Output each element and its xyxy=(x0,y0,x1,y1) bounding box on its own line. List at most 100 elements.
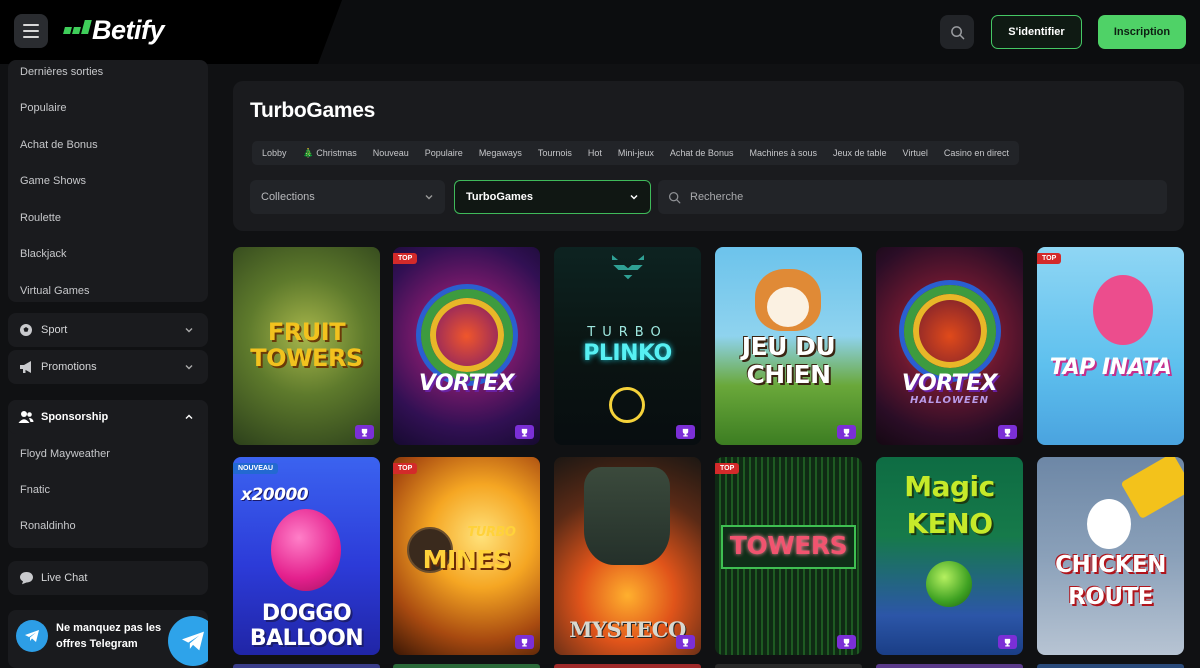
sidebar-item-blackjack[interactable]: Blackjack xyxy=(20,248,66,260)
sidebar-item-game-shows[interactable]: Game Shows xyxy=(20,175,86,187)
tab-virtual[interactable]: Virtuel xyxy=(895,141,936,165)
game-card[interactable]: Magic KENO xyxy=(876,457,1023,655)
tab-christmas[interactable]: 🎄 Christmas xyxy=(295,141,365,165)
collections-label: Collections xyxy=(261,191,315,203)
game-title: MINES xyxy=(422,545,511,574)
sidebar-item-floyd-mayweather[interactable]: Floyd Mayweather xyxy=(20,448,110,460)
megaphone-icon xyxy=(18,359,34,375)
sidebar-item-latest[interactable]: Dernières sorties xyxy=(20,66,103,78)
sidebar-item-label: Sport xyxy=(41,324,68,336)
brand-name: Betify xyxy=(92,15,165,45)
badge-top: TOP xyxy=(715,463,740,474)
trophy-icon[interactable] xyxy=(515,635,534,649)
game-card[interactable]: VORTEX HALLOWEEN xyxy=(876,247,1023,445)
live-chat-button[interactable]: Live Chat xyxy=(8,561,208,595)
game-title: FRUIT TOWERS xyxy=(250,318,363,372)
signup-button[interactable]: Inscription xyxy=(1098,15,1186,49)
top-bar: Betify S'identifier Inscription xyxy=(0,0,1200,64)
soccer-ball-icon xyxy=(18,322,34,338)
trophy-icon[interactable] xyxy=(998,425,1017,439)
chevron-up-icon xyxy=(185,414,193,419)
telegram-promo-card[interactable]: Ne manquez pas les offres Telegram xyxy=(8,610,208,668)
tab-mini-games[interactable]: Mini-jeux xyxy=(610,141,662,165)
chevron-down-icon xyxy=(185,365,193,370)
tab-tournaments[interactable]: Tournois xyxy=(530,141,580,165)
search-icon xyxy=(950,25,964,39)
sidebar-item-bonus-buy[interactable]: Achat de Bonus xyxy=(20,139,98,151)
login-button[interactable]: S'identifier xyxy=(991,15,1082,49)
page-title: TurboGames xyxy=(250,99,375,122)
game-card[interactable]: JEU DU CHIEN xyxy=(715,247,862,445)
provider-select[interactable]: TurboGames xyxy=(454,180,651,214)
game-card[interactable]: FRUIT TOWERS xyxy=(233,247,380,445)
trophy-icon[interactable] xyxy=(837,635,856,649)
search-placeholder: Recherche xyxy=(690,191,744,203)
game-card[interactable]: TURBO PLINKO xyxy=(554,247,701,445)
trophy-icon[interactable] xyxy=(998,635,1017,649)
tab-megaways[interactable]: Megaways xyxy=(471,141,530,165)
game-card-partial[interactable] xyxy=(876,664,1023,668)
sidebar-item-sport[interactable]: Sport xyxy=(8,313,208,347)
sidebar-item-label: Live Chat xyxy=(41,572,88,584)
chevron-down-icon xyxy=(425,195,433,200)
chat-icon xyxy=(18,570,34,586)
trophy-icon[interactable] xyxy=(676,635,695,649)
game-title: DOGGO BALLOON xyxy=(249,601,364,651)
game-card[interactable]: NOUVEAU x20000 DOGGO BALLOON xyxy=(233,457,380,655)
game-card[interactable]: TOP TURBO MINES xyxy=(393,457,540,655)
trophy-icon[interactable] xyxy=(355,425,374,439)
sidebar-item-virtual-games[interactable]: Virtual Games xyxy=(20,285,90,297)
tab-live-casino[interactable]: Casino en direct xyxy=(936,141,1017,165)
chevron-down-icon xyxy=(185,328,193,333)
game-card[interactable]: TOP TAP INATA xyxy=(1037,247,1184,445)
game-search-input[interactable]: Recherche xyxy=(658,180,1167,214)
game-card-partial[interactable] xyxy=(233,664,380,668)
badge-top: TOP xyxy=(393,463,418,474)
game-card[interactable]: MYSTECO xyxy=(554,457,701,655)
tab-popular[interactable]: Populaire xyxy=(417,141,471,165)
tab-lobby[interactable]: Lobby xyxy=(254,141,295,165)
sidebar-item-ronaldinho[interactable]: Ronaldinho xyxy=(20,520,76,532)
sidebar-item-fnatic[interactable]: Fnatic xyxy=(20,484,50,496)
search-button[interactable] xyxy=(940,15,974,49)
tab-bonus-buy[interactable]: Achat de Bonus xyxy=(662,141,742,165)
telegram-logo-icon xyxy=(168,616,208,666)
game-card-partial[interactable] xyxy=(1037,664,1184,668)
sidebar-item-promotions[interactable]: Promotions xyxy=(8,350,208,384)
game-title: PLINKO xyxy=(583,341,672,366)
sidebar-item-label: Sponsorship xyxy=(41,411,109,423)
brand-logo[interactable]: Betify xyxy=(63,15,165,46)
game-title: TAP INATA xyxy=(1049,355,1172,380)
trophy-icon[interactable] xyxy=(515,425,534,439)
game-card[interactable]: TOP VORTEX xyxy=(393,247,540,445)
sidebar-item-sponsorship[interactable]: Sponsorship xyxy=(8,400,208,434)
game-card[interactable]: CHICKEN ROUTE xyxy=(1037,457,1184,655)
game-title: VORTEX xyxy=(418,371,515,396)
badge-new: NOUVEAU xyxy=(233,463,279,474)
sidebar-item-popular[interactable]: Populaire xyxy=(20,102,66,114)
tab-new[interactable]: Nouveau xyxy=(365,141,417,165)
collections-select[interactable]: Collections xyxy=(250,180,445,214)
chevron-down-icon xyxy=(630,194,638,200)
tab-hot[interactable]: Hot xyxy=(580,141,610,165)
trophy-icon[interactable] xyxy=(676,425,695,439)
sidebar-item-roulette[interactable]: Roulette xyxy=(20,212,61,224)
game-card[interactable]: TOP TOWERS xyxy=(715,457,862,655)
badge-top: TOP xyxy=(1037,253,1062,264)
game-card-partial[interactable] xyxy=(393,664,540,668)
game-title: KENO xyxy=(906,507,993,540)
category-tabs: Lobby 🎄 Christmas Nouveau Populaire Mega… xyxy=(252,141,1019,165)
game-title: CHICKEN ROUTE xyxy=(1055,552,1166,610)
brand-area xyxy=(0,0,342,64)
game-card-partial[interactable] xyxy=(715,664,862,668)
provider-selected-value: TurboGames xyxy=(466,191,534,203)
logo-mark-icon xyxy=(63,20,92,34)
sidebar-item-label: Promotions xyxy=(41,361,97,373)
trophy-icon[interactable] xyxy=(837,425,856,439)
tab-table-games[interactable]: Jeux de table xyxy=(825,141,895,165)
hamburger-menu-button[interactable] xyxy=(14,14,48,48)
tab-slots[interactable]: Machines à sous xyxy=(741,141,825,165)
badge-top: TOP xyxy=(393,253,418,264)
game-title: TOWERS xyxy=(729,531,848,560)
game-card-partial[interactable] xyxy=(554,664,701,668)
